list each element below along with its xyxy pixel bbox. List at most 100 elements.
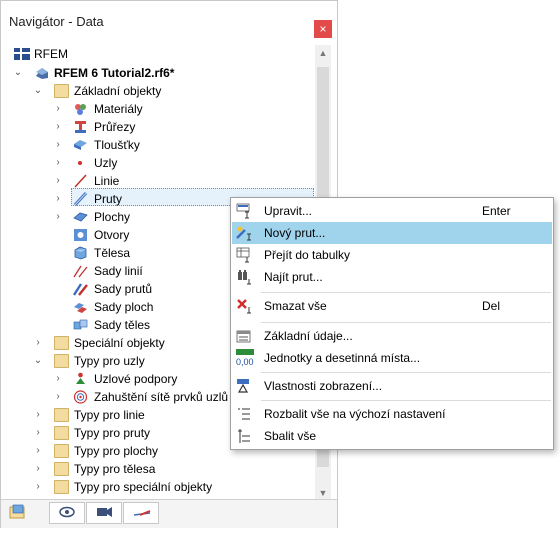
- node-icon: [73, 156, 88, 170]
- tree-label: Materiály: [94, 102, 143, 116]
- scroll-up-icon[interactable]: ▲: [315, 45, 331, 61]
- tree-item-special-types[interactable]: › Typy pro speciální objekty: [1, 478, 315, 496]
- menu-label: Smazat vše: [264, 299, 327, 313]
- chevron-right-icon[interactable]: ›: [53, 139, 63, 151]
- menu-label: Přejít do tabulky: [264, 248, 351, 262]
- menu-item-expand-default[interactable]: Rozbalit vše na výchozí nastavení: [232, 403, 552, 425]
- rfem-logo-icon: [14, 47, 30, 61]
- menu-shortcut: Del: [482, 299, 501, 313]
- tree-item-rfem[interactable]: RFEM: [1, 45, 315, 63]
- folder-icon: [54, 444, 69, 458]
- menu-item-find-member[interactable]: Najít prut...: [232, 266, 552, 288]
- menu-label: Jednotky a desetinná místa...: [264, 351, 421, 365]
- tree-label: Otvory: [94, 228, 130, 242]
- delete-icon: [236, 298, 252, 314]
- navigator-title: Navigátor - Data: [9, 14, 104, 29]
- display-properties-icon: [236, 378, 252, 394]
- thickness-icon: [73, 138, 88, 152]
- tree-label: Průřezy: [94, 120, 136, 134]
- units-icon-text: 0,00: [236, 357, 254, 367]
- basic-data-icon: [236, 328, 252, 344]
- tree-label: Typy pro linie: [74, 408, 145, 422]
- context-menu: Upravit... Enter Nový prut... Přejít do …: [230, 197, 554, 450]
- menu-label: Vlastnosti zobrazení...: [264, 379, 383, 393]
- chevron-right-icon[interactable]: ›: [53, 193, 63, 205]
- menu-label: Najít prut...: [264, 270, 323, 284]
- find-member-icon: [236, 269, 252, 285]
- chevron-right-icon[interactable]: ›: [53, 157, 63, 169]
- menu-item-display-properties[interactable]: Vlastnosti zobrazení...: [232, 375, 552, 397]
- folder-icon: [54, 426, 69, 440]
- menu-item-basic-data[interactable]: Základní údaje...: [232, 325, 552, 347]
- tree-label: Uzly: [94, 156, 118, 170]
- menu-label: Upravit...: [264, 204, 313, 218]
- chevron-right-icon[interactable]: ›: [33, 337, 43, 349]
- menu-separator: [261, 292, 551, 293]
- tree-item-materials[interactable]: › Materiály: [1, 100, 315, 118]
- opening-icon: [73, 228, 88, 242]
- chevron-right-icon[interactable]: ›: [33, 409, 43, 421]
- goto-table-icon: [236, 247, 252, 263]
- menu-separator: [261, 400, 551, 401]
- menu-item-goto-table[interactable]: Přejít do tabulky: [232, 244, 552, 266]
- collapse-icon: [236, 428, 252, 444]
- new-member-icon: [236, 225, 252, 241]
- chevron-right-icon[interactable]: ›: [33, 481, 43, 493]
- tree-item-lines[interactable]: › Linie: [1, 172, 315, 190]
- tree-label: Tloušťky: [94, 138, 140, 152]
- tree-label: RFEM 6 Tutorial2.rf6*: [54, 66, 175, 80]
- tree-label: Typy pro tělesa: [74, 462, 156, 476]
- tree-label: Sady prutů: [94, 282, 153, 296]
- navigator-tabs: [1, 499, 337, 528]
- tree-item-thickness[interactable]: › Tloušťky: [1, 136, 315, 154]
- tab-display[interactable]: [49, 502, 85, 524]
- chevron-right-icon[interactable]: ›: [33, 445, 43, 457]
- close-icon[interactable]: ×: [314, 20, 332, 38]
- tree-item-basic-objects[interactable]: ⌄ Základní objekty: [1, 82, 315, 100]
- tree-label: Typy pro plochy: [74, 444, 159, 458]
- menu-label: Základní údaje...: [264, 329, 353, 343]
- tree-label: Zahuštění sítě prvků uzlů: [94, 390, 229, 404]
- mesh-refinement-icon: [73, 390, 88, 404]
- chevron-right-icon[interactable]: ›: [53, 211, 63, 223]
- menu-item-edit[interactable]: Upravit... Enter: [232, 200, 552, 222]
- chevron-right-icon[interactable]: ›: [53, 103, 63, 115]
- member-set-icon: [72, 282, 88, 296]
- chevron-right-icon[interactable]: ›: [53, 121, 63, 133]
- chevron-right-icon[interactable]: ›: [53, 373, 63, 385]
- chevron-right-icon[interactable]: ›: [53, 391, 63, 403]
- menu-shortcut: Enter: [482, 204, 511, 218]
- chevron-right-icon[interactable]: ›: [53, 175, 63, 187]
- tab-results[interactable]: [123, 502, 159, 524]
- tree-label: Základní objekty: [74, 84, 162, 98]
- tree-label: Sady linií: [94, 264, 143, 278]
- folder-icon: [54, 336, 69, 350]
- tree-item-sections[interactable]: › Průřezy: [1, 118, 315, 136]
- tree-item-file[interactable]: ⌄ RFEM 6 Tutorial2.rf6*: [1, 64, 315, 82]
- results-icon: [133, 510, 151, 516]
- tree-label: Pruty: [94, 192, 123, 206]
- tree-label: Tělesa: [94, 246, 131, 260]
- folder-icon: [54, 354, 69, 368]
- chevron-down-icon[interactable]: ⌄: [33, 85, 43, 97]
- menu-item-collapse-all[interactable]: Sbalit vše: [232, 425, 552, 447]
- chevron-down-icon[interactable]: ⌄: [13, 67, 23, 79]
- menu-item-units[interactable]: 0,00 Jednotky a desetinná místa...: [232, 347, 552, 369]
- tree-label: Plochy: [94, 210, 131, 224]
- menu-item-delete-all[interactable]: Smazat vše Del: [232, 295, 552, 317]
- surface-icon: [73, 210, 88, 224]
- model-file-icon: [34, 66, 49, 80]
- units-icon: 0,00: [236, 349, 254, 367]
- eye-icon: [59, 506, 75, 518]
- tree-item-solid-types[interactable]: › Typy pro tělesa: [1, 460, 315, 478]
- folder-icon: [54, 84, 69, 98]
- chevron-right-icon[interactable]: ›: [33, 463, 43, 475]
- chevron-down-icon[interactable]: ⌄: [33, 355, 43, 367]
- tab-data[interactable]: [7, 502, 43, 524]
- chevron-right-icon[interactable]: ›: [33, 427, 43, 439]
- edit-member-icon: [236, 203, 252, 219]
- menu-item-new-member[interactable]: Nový prut...: [232, 222, 552, 244]
- tree-item-nodes[interactable]: › Uzly: [1, 154, 315, 172]
- tab-views[interactable]: [86, 502, 122, 524]
- solid-icon: [73, 246, 88, 260]
